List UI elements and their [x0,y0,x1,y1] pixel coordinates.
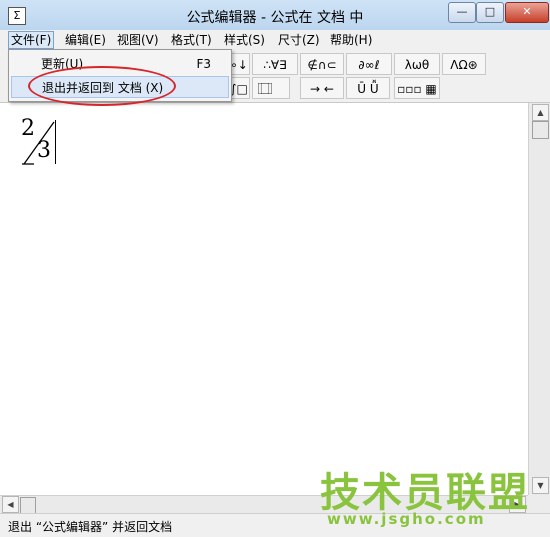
close-button[interactable]: ✕ [505,2,549,23]
menu-file[interactable]: 文件(F) [8,31,55,49]
vertical-scrollbar[interactable]: ▲ ▼ [528,103,550,495]
vertical-scroll-thumb[interactable] [532,121,549,139]
highlight-annotation-oval [28,66,176,106]
fraction[interactable]: 2 3 [20,116,60,168]
menu-bar: 文件(F) 编辑(E) 视图(V) 格式(T) 样式(S) 尺寸(Z) 帮助(H… [0,30,550,50]
menu-item-update-shortcut: F3 [196,57,211,71]
toolbar-overbar-button[interactable]: Ū Ǚ [346,77,390,99]
equation-canvas[interactable] [0,103,528,495]
scroll-up-icon[interactable]: ▲ [532,104,549,121]
title-bar: Σ 公式编辑器 - 公式在 文档 中 — □ ✕ [0,0,550,31]
menu-view[interactable]: 视图(V) [115,32,161,48]
menu-edit[interactable]: 编辑(E) [63,32,108,48]
menu-size[interactable]: 尺寸(Z) [276,32,322,48]
horizontal-scroll-thumb[interactable] [20,497,36,514]
toolbar-set-button[interactable]: ∉∩⊂ [300,53,344,75]
minimize-button[interactable]: — [448,2,476,23]
menu-format[interactable]: 格式(T) [169,32,214,48]
fraction-numerator: 2 [21,116,35,141]
scroll-left-icon[interactable]: ◀ [2,496,19,513]
status-text: 退出 “公式编辑器” 并返回文档 [8,520,173,534]
scroll-down-icon[interactable]: ▼ [532,477,549,494]
toolbar-greek-lower-button[interactable]: λωθ [394,53,440,75]
toolbar-matrix-button[interactable]: ▫▫▫ ▦ [394,77,440,99]
toolbar-box-button[interactable]: ⃞ ⃞ [252,77,290,99]
text-cursor [55,120,56,164]
toolbar-labeled-arrow-button[interactable]: → ← [300,77,344,99]
fraction-denominator: 3 [37,138,51,163]
menu-style[interactable]: 样式(S) [222,32,267,48]
scrollbar-corner [528,495,550,513]
menu-help[interactable]: 帮助(H) [328,32,374,48]
maximize-button[interactable]: □ [476,2,504,23]
toolbar-logic-button[interactable]: ∴∀∃ [252,53,298,75]
watermark-url: www.jsgho.com [327,510,486,528]
toolbar-greek-upper-button[interactable]: ΛΩ⊛ [442,53,486,75]
toolbar-misc-button[interactable]: ∂∞ℓ [346,53,392,75]
